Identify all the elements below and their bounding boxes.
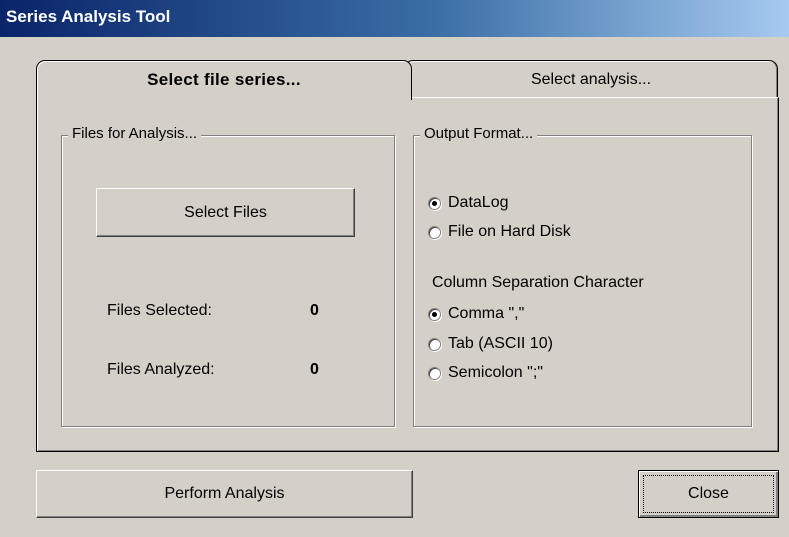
select-files-button[interactable]: Select Files	[96, 188, 355, 237]
files-analyzed-value: 0	[310, 361, 319, 378]
files-selected-value: 0	[310, 302, 319, 319]
radio-semicolon[interactable]: Semicolon ";"	[428, 363, 543, 383]
radio-comma-indicator[interactable]	[428, 307, 441, 321]
output-format-group: Output Format... DataLog File on Hard Di…	[413, 125, 752, 427]
files-selected-label: Files Selected:	[107, 302, 212, 319]
separator-title: Column Separation Character	[432, 274, 644, 291]
files-for-analysis-group: Files for Analysis... Select Files Files…	[61, 125, 395, 427]
tab-panel: Files for Analysis... Select Files Files…	[36, 97, 779, 452]
radio-datalog[interactable]: DataLog	[428, 193, 509, 213]
radio-semicolon-label: Semicolon ";"	[448, 364, 543, 381]
select-files-button-label: Select Files	[184, 203, 267, 221]
window-title: Series Analysis Tool	[0, 0, 789, 37]
radio-comma[interactable]: Comma ","	[428, 304, 524, 324]
close-button[interactable]: Close	[638, 470, 779, 518]
radio-tab[interactable]: Tab (ASCII 10)	[428, 334, 553, 354]
radio-datalog-indicator[interactable]	[428, 196, 441, 210]
radio-comma-label: Comma ","	[448, 305, 525, 322]
radio-datalog-label: DataLog	[448, 194, 509, 211]
radio-file-on-hard-disk-indicator[interactable]	[428, 225, 441, 239]
close-button-label: Close	[688, 485, 729, 502]
files-group-legend: Files for Analysis...	[68, 125, 202, 142]
perform-analysis-button-label: Perform Analysis	[164, 485, 285, 502]
files-analyzed-label: Files Analyzed:	[107, 361, 215, 378]
radio-semicolon-indicator[interactable]	[428, 366, 441, 380]
output-group-legend: Output Format...	[420, 125, 538, 142]
tab-select-analysis[interactable]: Select analysis...	[404, 60, 778, 98]
radio-tab-label: Tab (ASCII 10)	[448, 335, 553, 352]
radio-tab-indicator[interactable]	[428, 337, 441, 351]
radio-file-on-hard-disk[interactable]: File on Hard Disk	[428, 222, 571, 242]
tab-select-file-series[interactable]: Select file series...	[36, 60, 412, 100]
radio-file-on-hard-disk-label: File on Hard Disk	[448, 223, 571, 240]
perform-analysis-button[interactable]: Perform Analysis	[36, 470, 413, 518]
